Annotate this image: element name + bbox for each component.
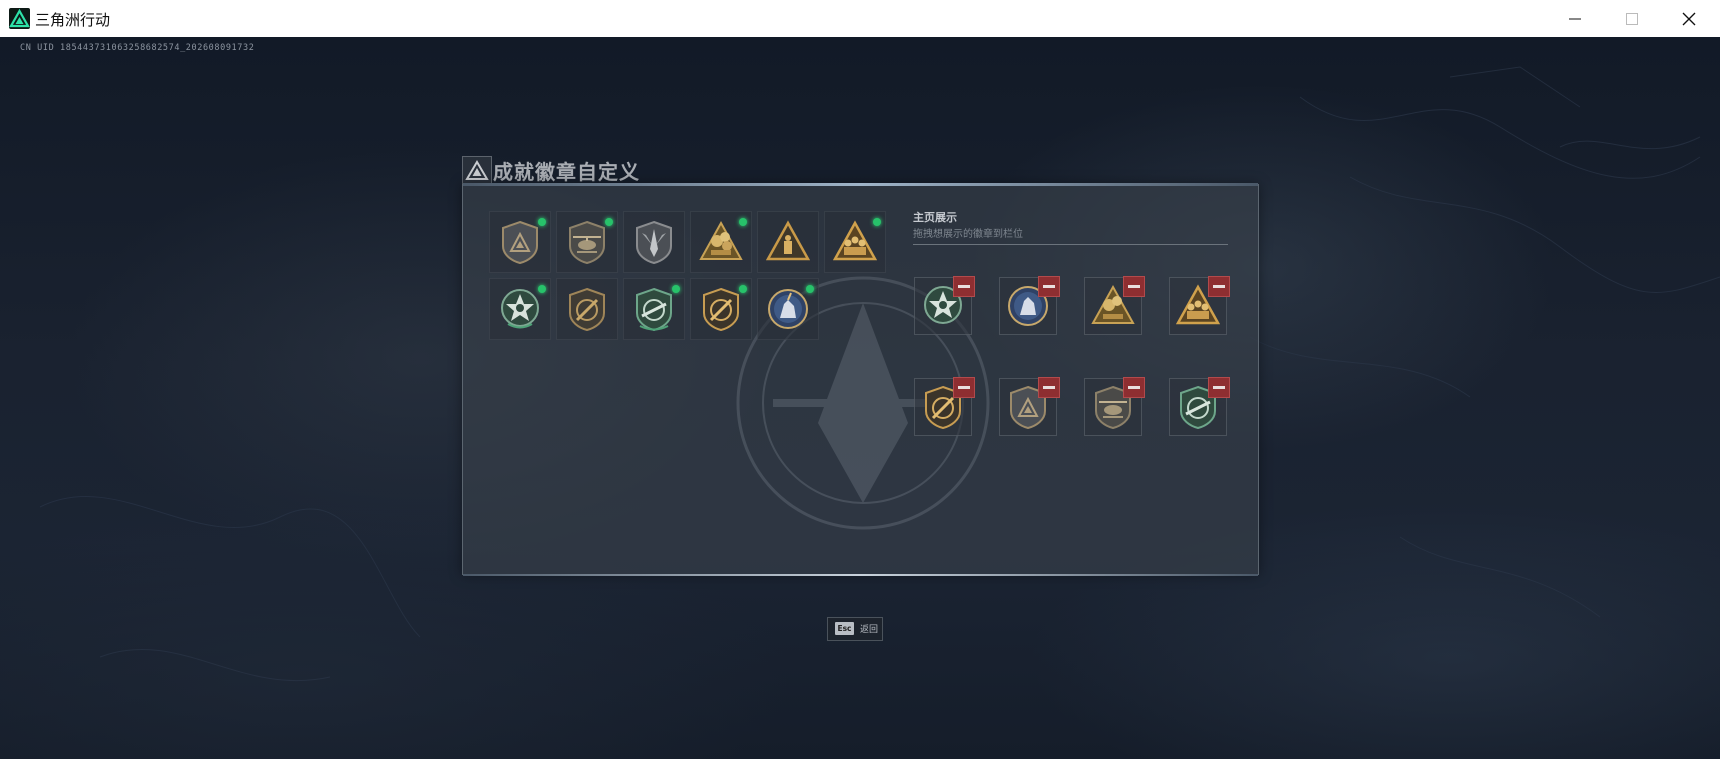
badge-bronze-strike[interactable] <box>556 278 618 340</box>
new-badge-indicator <box>605 218 613 226</box>
gold-triangle-badge-icon <box>766 220 810 261</box>
new-badge-indicator <box>739 218 747 226</box>
badge-green-star[interactable] <box>489 278 551 340</box>
badge-triangle-shield[interactable] <box>489 211 551 273</box>
remove-badge-button[interactable] <box>1123 276 1145 297</box>
esc-key-label: Esc <box>835 622 854 635</box>
remove-badge-button[interactable] <box>1208 377 1230 398</box>
badge-blue-unicorn[interactable] <box>757 278 819 340</box>
display-divider <box>913 244 1228 245</box>
new-badge-indicator <box>873 218 881 226</box>
panel-top-accent <box>463 183 1258 186</box>
new-badge-indicator <box>538 285 546 293</box>
achievement-header-icon <box>462 156 492 186</box>
close-button[interactable] <box>1660 0 1717 37</box>
panel-title: 成就徽章自定义 <box>493 160 640 184</box>
maximize-button[interactable] <box>1603 0 1660 37</box>
maximize-icon <box>1626 13 1638 25</box>
badge-gold-explosion[interactable] <box>690 211 752 273</box>
display-slot-6[interactable] <box>999 377 1060 436</box>
display-slot-3[interactable] <box>1084 276 1145 335</box>
green-star-badge-icon <box>501 289 539 329</box>
gold-strike-badge-icon <box>703 287 739 332</box>
back-label: 返回 <box>860 625 879 635</box>
badge-dagger[interactable] <box>623 211 685 273</box>
remove-badge-button[interactable] <box>1123 377 1145 398</box>
display-slot-5[interactable] <box>914 377 975 436</box>
new-badge-indicator <box>538 218 546 226</box>
uid-text: CN UID 185443731063258682574_20260809173… <box>20 43 255 53</box>
badge-gold-strike[interactable] <box>690 278 752 340</box>
close-icon <box>1682 12 1696 26</box>
squad-badge-icon <box>833 220 877 261</box>
minimize-icon <box>1569 18 1581 20</box>
display-section-title: 主页展示 <box>913 211 957 224</box>
display-slot-7[interactable] <box>1084 377 1145 436</box>
gunner-badge-icon <box>636 287 672 332</box>
remove-badge-button[interactable] <box>953 377 975 398</box>
badge-gold-squad[interactable] <box>824 211 886 273</box>
display-slot-1[interactable] <box>914 276 975 335</box>
dagger-badge-icon <box>636 220 672 265</box>
display-slot-8[interactable] <box>1169 377 1230 436</box>
display-slot-4[interactable] <box>1169 276 1230 335</box>
display-section-hint: 拖拽想展示的徽章到栏位 <box>913 229 1023 240</box>
window-titlebar: 三角洲行动 <box>0 0 1720 38</box>
strike-badge-icon <box>569 287 605 332</box>
explosion-badge-icon <box>699 220 743 260</box>
window-title: 三角洲行动 <box>35 11 111 29</box>
badge-green-gunner[interactable] <box>623 278 685 340</box>
badge-gold-triangle[interactable] <box>757 211 819 273</box>
remove-badge-button[interactable] <box>1038 377 1060 398</box>
app-logo-icon <box>9 8 30 29</box>
esc-back-button[interactable]: Esc 返回 <box>827 617 883 641</box>
badge-customize-panel: 主页展示 拖拽想展示的徽章到栏位 <box>462 183 1259 576</box>
remove-badge-button[interactable] <box>1208 276 1230 297</box>
panel-bottom-accent <box>463 574 1258 576</box>
new-badge-indicator <box>806 285 814 293</box>
remove-badge-button[interactable] <box>1038 276 1060 297</box>
unicorn-badge-icon <box>768 289 808 329</box>
minimize-button[interactable] <box>1546 0 1603 37</box>
new-badge-indicator <box>672 285 680 293</box>
remove-badge-button[interactable] <box>953 276 975 297</box>
new-badge-indicator <box>739 285 747 293</box>
helicopter-badge-icon <box>569 220 605 265</box>
badge-helicopter[interactable] <box>556 211 618 273</box>
display-slot-2[interactable] <box>999 276 1060 335</box>
triangle-shield-badge-icon <box>502 220 538 265</box>
